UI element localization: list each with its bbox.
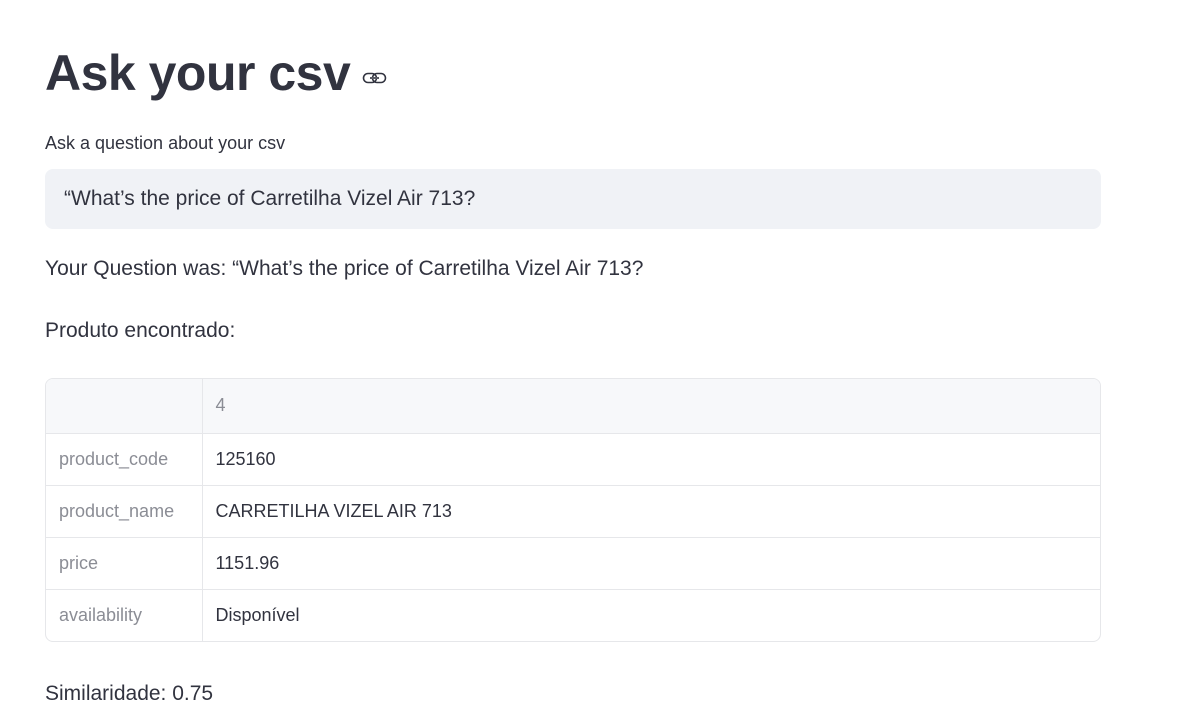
table-row: availability Disponível bbox=[46, 589, 1100, 641]
row-value-product-code[interactable]: 125160 bbox=[202, 433, 1100, 485]
row-key-price[interactable]: price bbox=[46, 537, 203, 589]
row-key-product-name[interactable]: product_name bbox=[46, 485, 203, 537]
table-header-row: 4 bbox=[46, 379, 1100, 434]
answer-text: Your Question was: “What’s the price of … bbox=[45, 257, 644, 280]
product-table: 4 product_code 125160 product_name CARRE… bbox=[45, 378, 1101, 642]
page-title: Ask your csv bbox=[45, 45, 351, 101]
column-header-4[interactable]: 4 bbox=[202, 379, 1100, 434]
found-label: Produto encontrado: bbox=[45, 319, 236, 342]
title-row: Ask your csv bbox=[45, 40, 388, 106]
table-row: product_name CARRETILHA VIZEL AIR 713 bbox=[46, 485, 1100, 537]
question-input[interactable] bbox=[45, 169, 1101, 229]
similarity-text: Similaridade: 0.75 bbox=[45, 682, 214, 705]
question-label: Ask a question about your csv bbox=[45, 133, 286, 153]
row-value-availability[interactable]: Disponível bbox=[202, 589, 1100, 641]
row-key-product-code[interactable]: product_code bbox=[46, 433, 203, 485]
row-value-price[interactable]: 1151.96 bbox=[202, 537, 1100, 589]
link-icon[interactable] bbox=[362, 71, 388, 85]
row-value-product-name[interactable]: CARRETILHA VIZEL AIR 713 bbox=[202, 485, 1100, 537]
table-row: product_code 125160 bbox=[46, 433, 1100, 485]
row-key-availability[interactable]: availability bbox=[46, 589, 203, 641]
index-header-cell[interactable] bbox=[46, 379, 203, 434]
table-row: price 1151.96 bbox=[46, 537, 1100, 589]
